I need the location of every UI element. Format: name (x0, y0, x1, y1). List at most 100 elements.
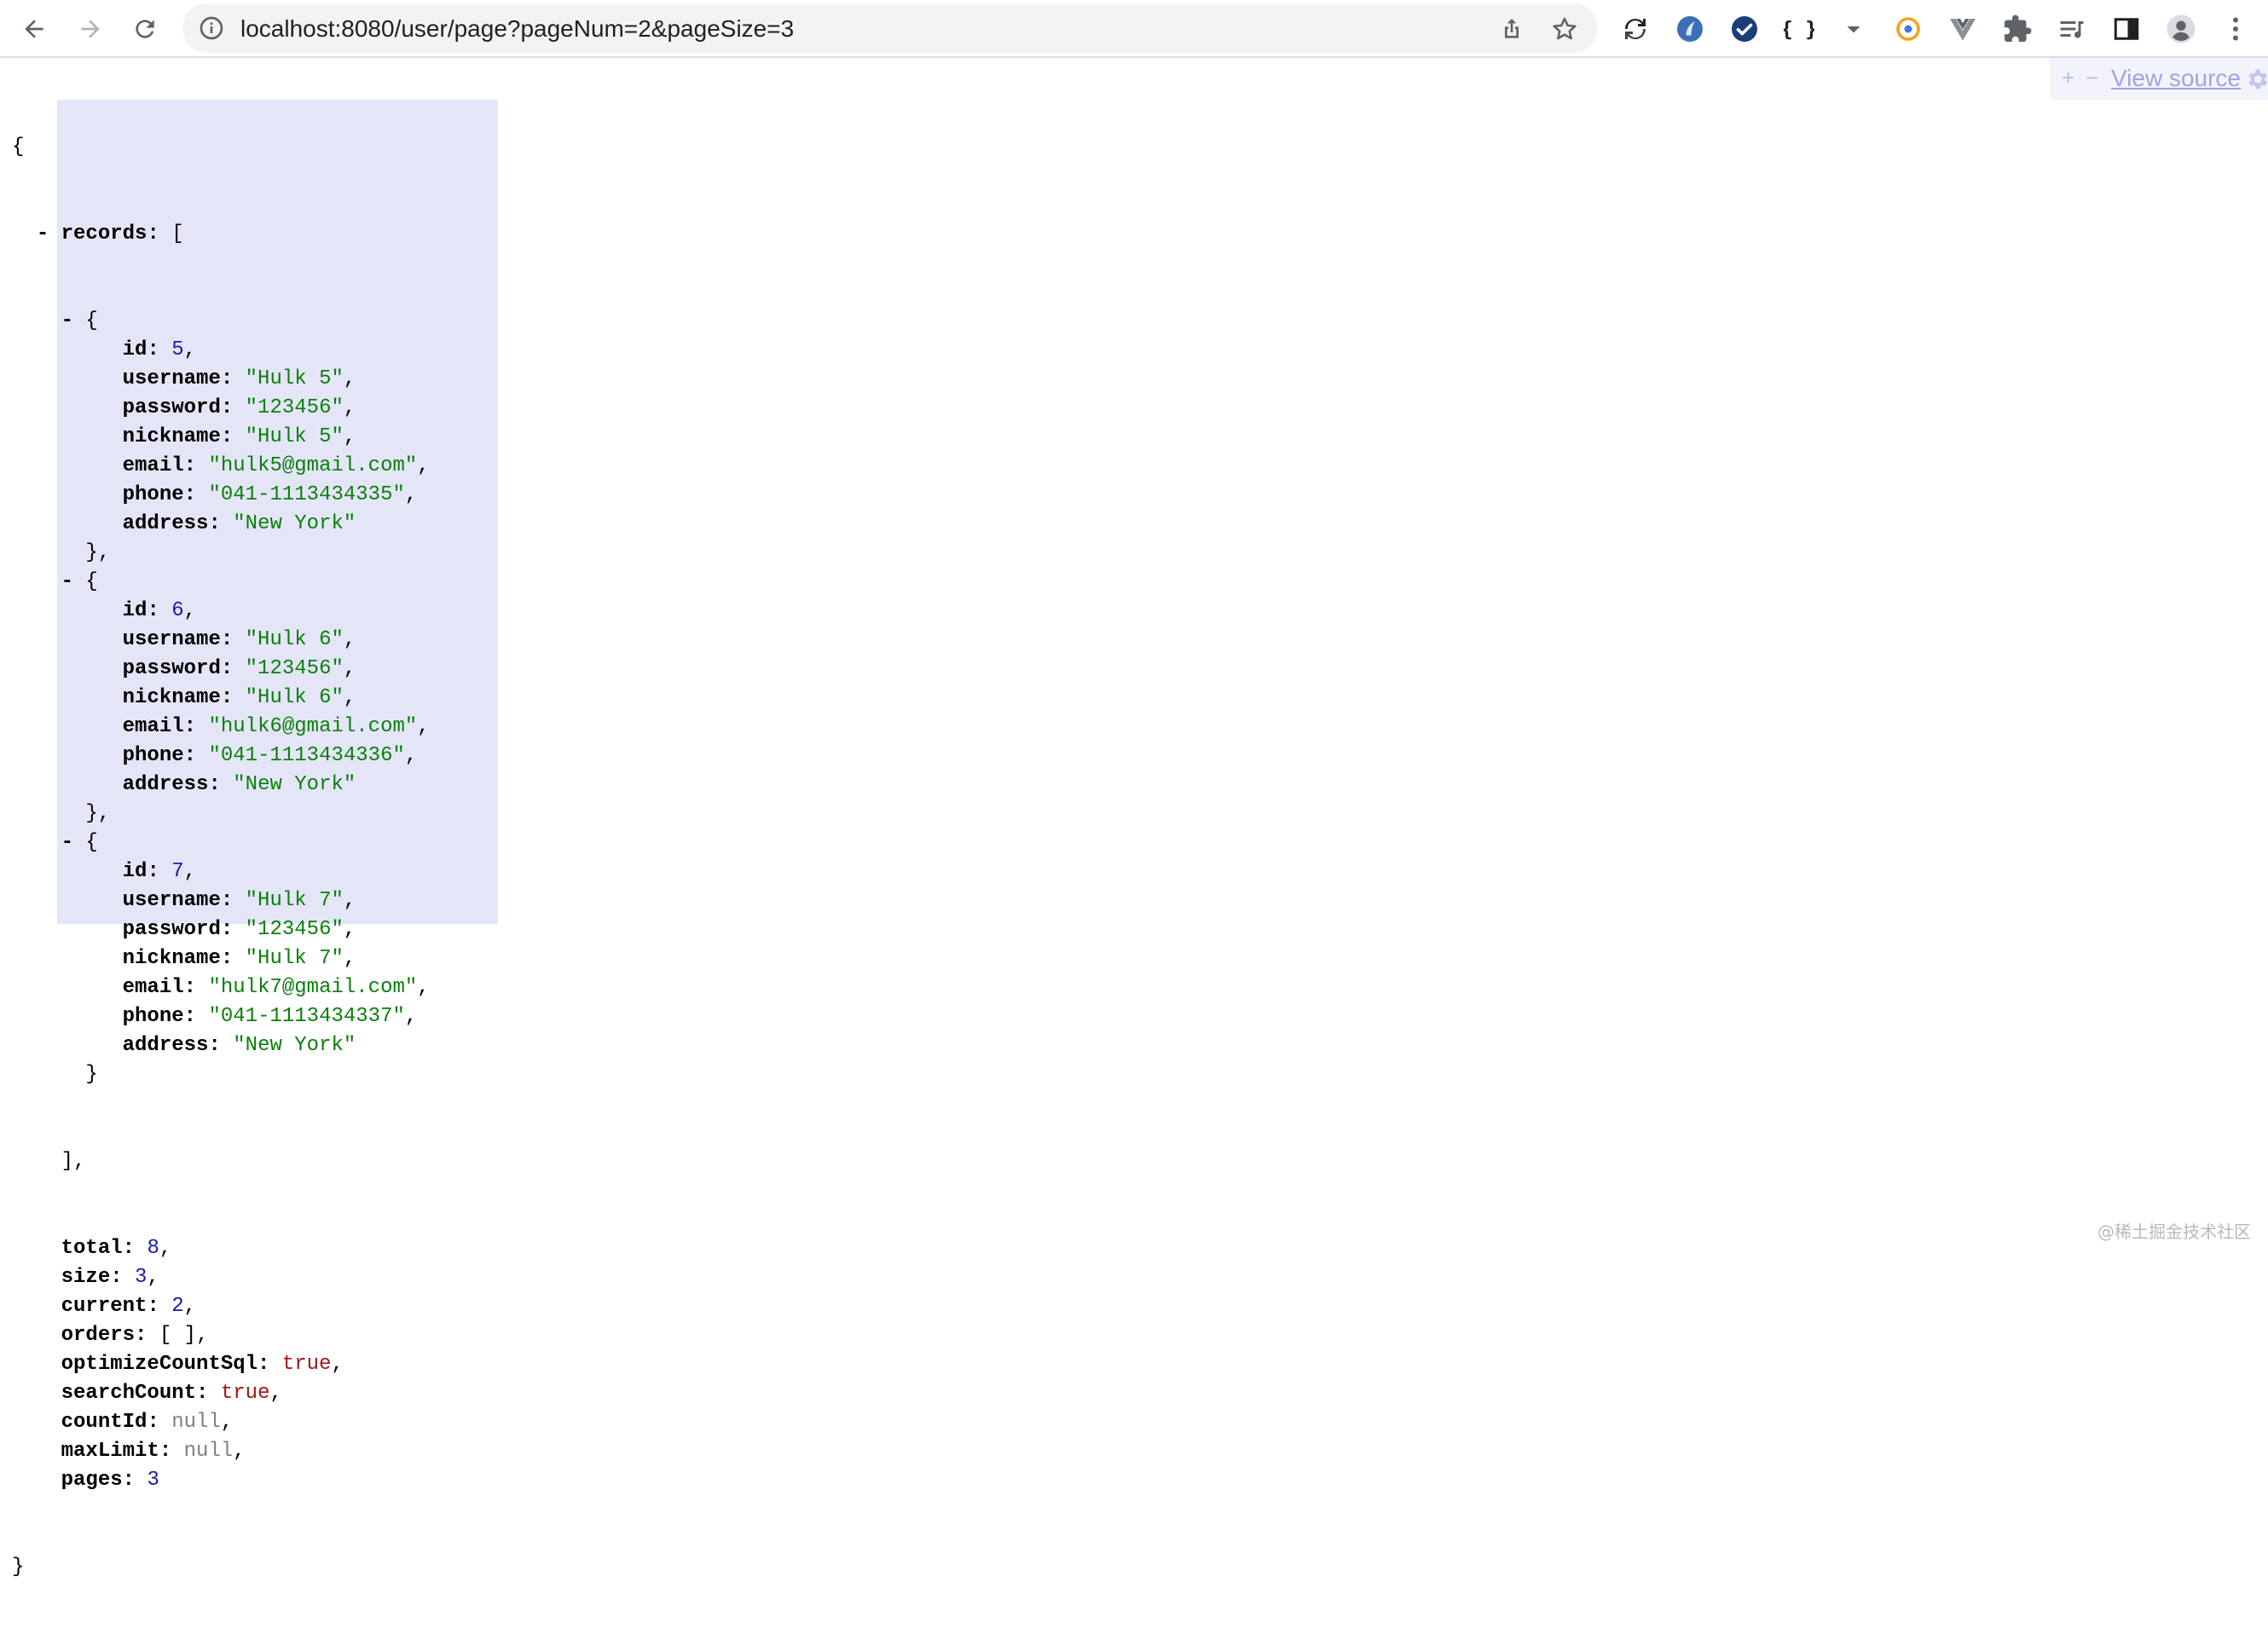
profile-icon (2167, 14, 2196, 43)
record-open-line: - { (61, 570, 98, 593)
side-panel-button[interactable] (2109, 12, 2144, 46)
json-close-line: } (12, 1553, 430, 1582)
gear-icon[interactable] (2244, 66, 2268, 92)
reading-list-button[interactable] (2055, 12, 2089, 46)
record-field-username: username: "Hulk 6", (122, 628, 356, 651)
arrow-right-icon (81, 20, 100, 38)
check-extension-icon (1732, 16, 1757, 42)
field-current: current: 2, (61, 1295, 197, 1318)
info-icon[interactable] (198, 14, 225, 42)
star-icon (1553, 17, 1577, 40)
json-close-brace: } (12, 1556, 25, 1579)
address-bar[interactable]: localhost:8080/user/page?pageNum=2&pageS… (182, 3, 1598, 53)
field-key: pages (61, 1469, 123, 1492)
field-value: "hulk6@gmail.com" (208, 715, 418, 738)
json-extension-icon: { } (1784, 17, 1814, 41)
records-close-bracket: ], (61, 1150, 86, 1173)
sync-extension-button[interactable] (1618, 12, 1652, 46)
record-collapse-toggle[interactable]: - (61, 831, 73, 854)
record-collapse-toggle[interactable]: - (61, 309, 73, 332)
forward-button[interactable] (72, 10, 109, 48)
record-close-line: }, (12, 802, 111, 825)
record-field-username: username: "Hulk 7", (122, 889, 356, 912)
field-key: username (122, 367, 221, 390)
field-key: phone (122, 744, 184, 767)
record-close-line: }, (12, 541, 111, 564)
field-key: address (122, 773, 209, 796)
json-tree: { - records: [ - { id: 5, username: "Hul… (12, 75, 430, 1640)
field-key: address (122, 1034, 209, 1057)
field-value: "New York" (233, 512, 356, 535)
field-pages: pages: 3 (61, 1469, 159, 1492)
field-size: size: 3, (61, 1266, 159, 1289)
records-collapse-toggle[interactable]: - (37, 222, 49, 245)
json-open-line: { (12, 133, 430, 162)
bookmark-button[interactable] (1550, 14, 1579, 43)
browser-menu-button[interactable] (2219, 12, 2253, 46)
field-key: id (122, 338, 148, 361)
record-collapse-toggle[interactable]: - (61, 570, 73, 593)
field-key: username (122, 889, 221, 912)
extensions-button[interactable] (2000, 12, 2034, 46)
field-value: "hulk5@gmail.com" (208, 454, 418, 477)
records-line: - records: [ (36, 222, 184, 245)
field-value: 8 (147, 1237, 159, 1260)
field-value: 3 (147, 1469, 159, 1492)
record-field-email: email: "hulk6@gmail.com", (122, 715, 430, 738)
field-value: 6 (171, 599, 184, 622)
field-value: "Hulk 6" (245, 628, 344, 651)
record-field-id: id: 5, (122, 338, 197, 361)
back-button[interactable] (15, 10, 53, 48)
field-key: orders (61, 1324, 136, 1347)
field-key: total (61, 1237, 123, 1260)
collapse-all-button[interactable]: − (2086, 65, 2098, 91)
field-key: maxLimit (61, 1440, 159, 1463)
field-optimizeCountSql: optimizeCountSql: true, (61, 1353, 344, 1376)
side-panel-icon (2114, 18, 2139, 40)
field-key: phone (122, 483, 184, 506)
field-value: "hulk7@gmail.com" (208, 976, 418, 999)
share-button[interactable] (1497, 14, 1526, 43)
field-key: username (122, 628, 221, 651)
vue-devtools-button[interactable] (1946, 12, 1980, 46)
extension-dropdown-button[interactable] (1837, 12, 1871, 46)
field-key: address (122, 512, 209, 535)
field-maxLimit: maxLimit: null, (61, 1440, 246, 1463)
field-key: id (122, 860, 148, 883)
record-field-nickname: nickname: "Hulk 5", (122, 425, 356, 448)
watermark: @稀土掘金技术社区 (2097, 1221, 2251, 1242)
field-value: true (220, 1382, 270, 1405)
field-key: nickname (122, 686, 221, 709)
field-total: total: 8, (61, 1237, 172, 1260)
url-text[interactable]: localhost:8080/user/page?pageNum=2&pageS… (240, 15, 794, 43)
field-value: "Hulk 7" (245, 889, 344, 912)
json-extension-button[interactable]: { } (1782, 12, 1816, 46)
field-key: nickname (122, 425, 221, 448)
reading-list-icon (2060, 21, 2084, 38)
field-key: email (122, 454, 184, 477)
view-source-link[interactable]: View source (2111, 65, 2241, 92)
browser-toolbar: localhost:8080/user/page?pageNum=2&pageS… (0, 0, 2268, 58)
feather-extension-button[interactable] (1673, 12, 1707, 46)
reload-button[interactable] (126, 10, 164, 48)
field-countId: countId: null, (61, 1411, 234, 1434)
field-key: password (122, 918, 221, 941)
field-value: null (183, 1440, 234, 1463)
field-value: true (281, 1353, 332, 1376)
record-open-line: - { (61, 831, 98, 854)
profile-button[interactable] (2164, 12, 2198, 46)
coin-extension-button[interactable] (1891, 12, 1925, 46)
field-value: "Hulk 6" (245, 686, 344, 709)
view-source-bar: + − View source (2050, 58, 2268, 101)
field-key: phone (122, 1005, 184, 1028)
field-value: "Hulk 5" (245, 367, 344, 390)
records-open-bracket: [ (171, 222, 184, 245)
share-icon (1505, 19, 1519, 38)
field-key: size (61, 1266, 111, 1289)
check-extension-button[interactable] (1727, 12, 1762, 46)
field-key: id (122, 599, 148, 622)
expand-all-button[interactable]: + (2062, 65, 2074, 91)
dropdown-icon (1847, 26, 1860, 33)
record-field-nickname: nickname: "Hulk 6", (122, 686, 356, 709)
field-value: "041-1113434335" (208, 483, 405, 506)
